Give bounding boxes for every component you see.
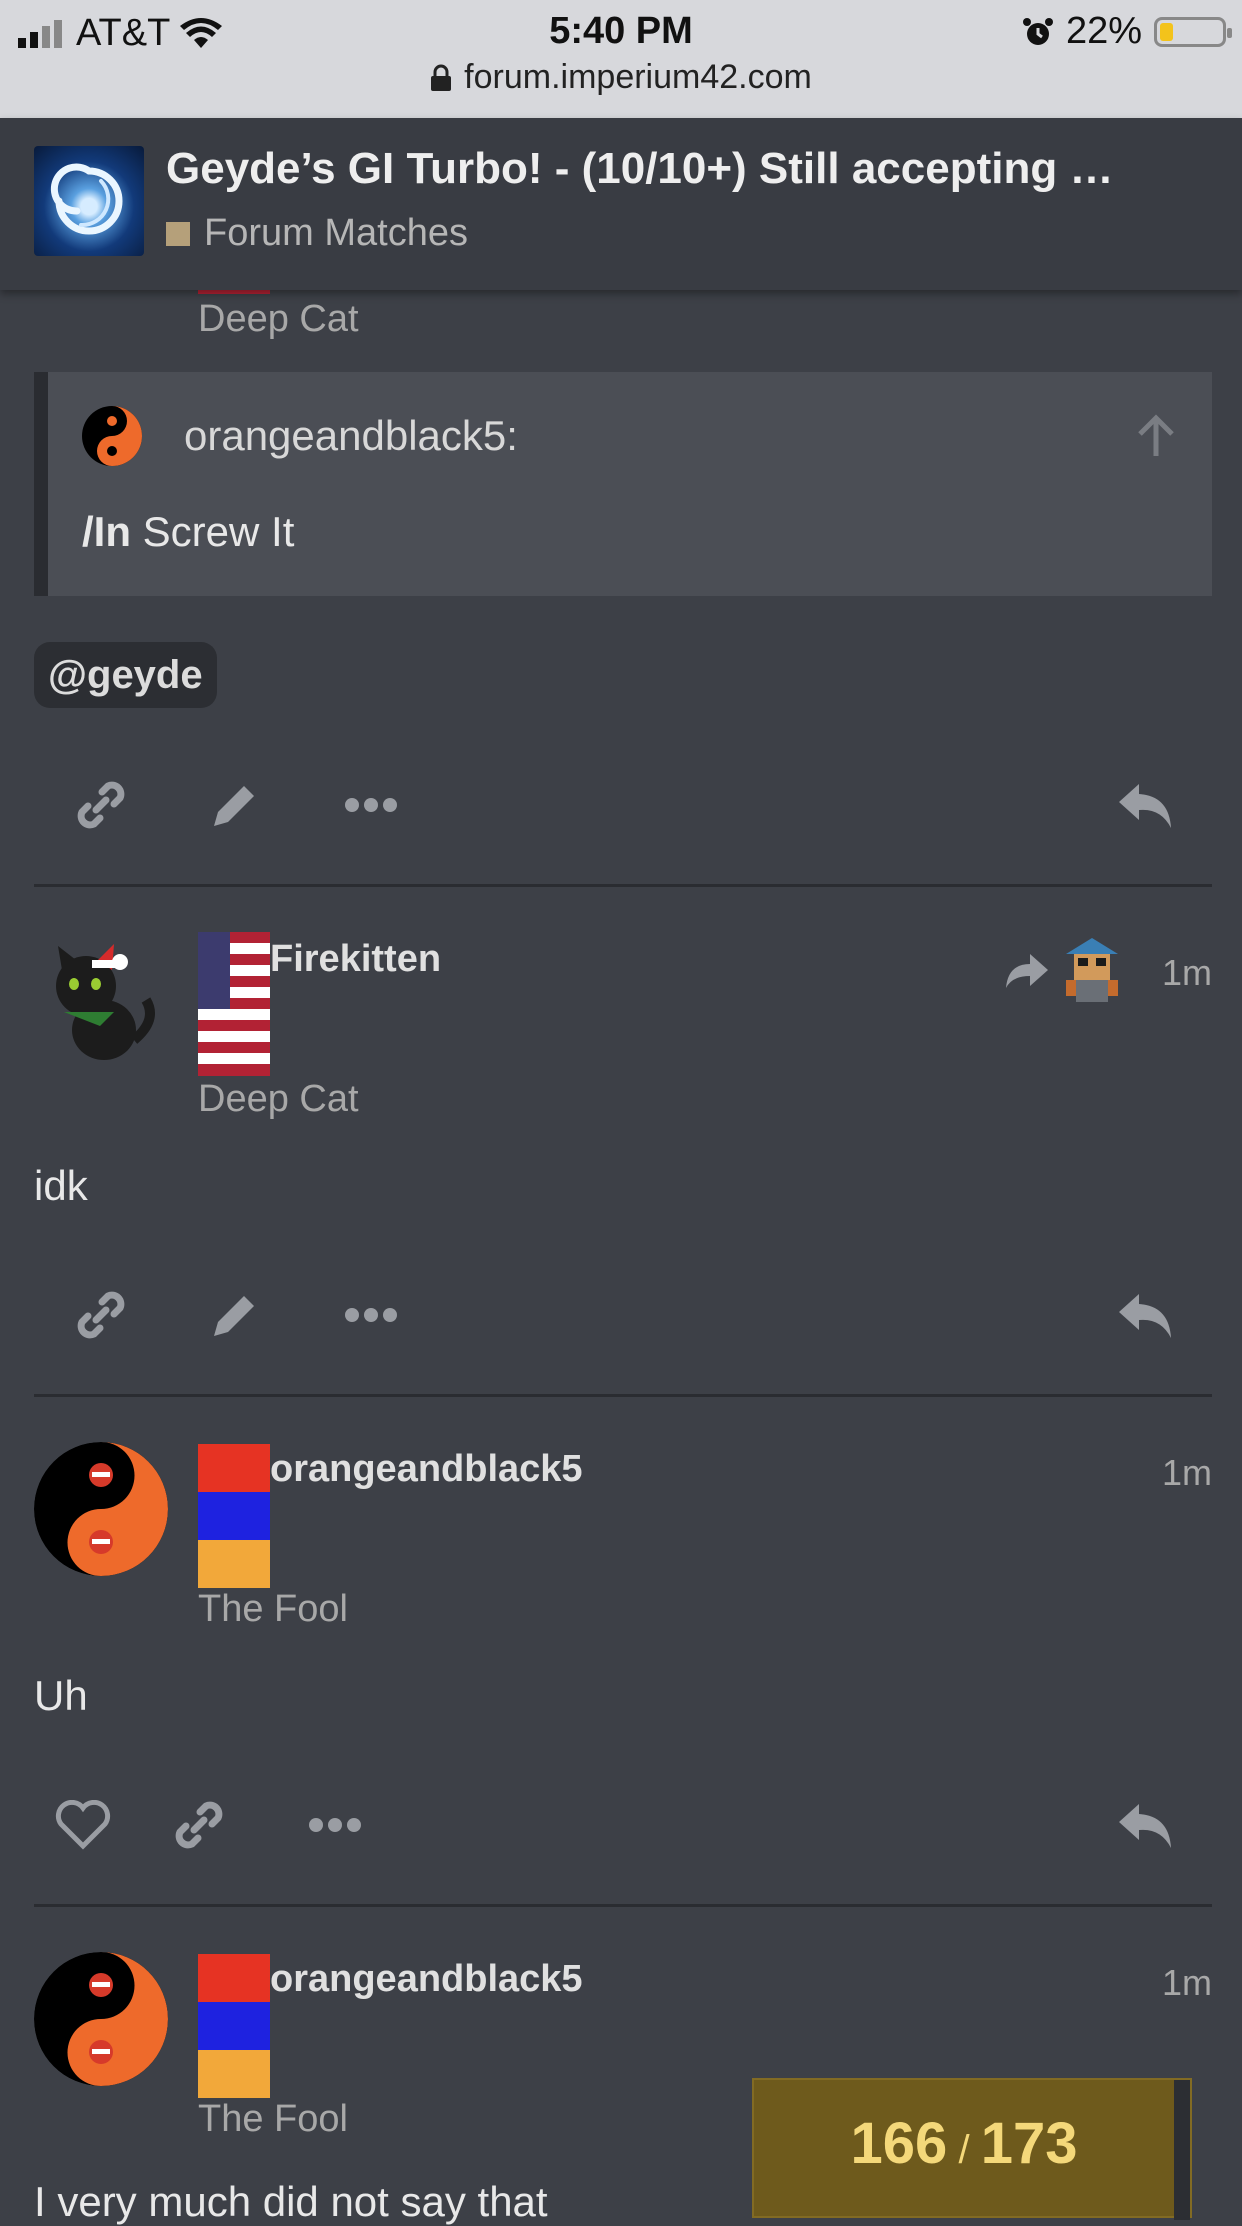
alarm-icon <box>1022 17 1053 45</box>
user-flag-armenia <box>198 1444 270 1588</box>
avatar[interactable] <box>34 930 168 1064</box>
category-link[interactable]: Forum Matches <box>166 212 468 255</box>
url-bar[interactable]: forum.imperium42.com <box>0 58 1242 97</box>
post-time[interactable]: 1m <box>1162 952 1212 994</box>
quote-avatar <box>82 406 142 466</box>
progress-separator: / <box>958 2128 970 2172</box>
pencil-icon[interactable] <box>200 1280 270 1350</box>
quote-text: /In Screw It <box>82 508 294 556</box>
reply-to-arrow-icon[interactable] <box>1004 952 1050 990</box>
post-username[interactable]: orangeandblack5 <box>270 1448 583 1491</box>
url-text: forum.imperium42.com <box>464 58 812 96</box>
lock-icon <box>431 64 452 91</box>
status-bar: AT&T 5:40 PM 22% forum.imperium42.com <box>0 0 1242 118</box>
topic-title[interactable]: Geyde’s GI Turbo! - (10/10+) Still accep… <box>166 144 1216 194</box>
link-icon[interactable] <box>66 1280 136 1350</box>
battery-level <box>1160 22 1173 41</box>
topic-header: Geyde’s GI Turbo! - (10/10+) Still accep… <box>0 118 1242 290</box>
reply-icon[interactable] <box>1110 770 1180 840</box>
user-flag-armenia <box>198 1954 270 2098</box>
quote-block: orangeandblack5: /In Screw It <box>34 372 1212 596</box>
post-user-title: The Fool <box>198 2098 348 2140</box>
post-divider <box>34 884 1212 887</box>
post-body: I very much did not say that <box>34 2178 548 2225</box>
progress-track <box>1174 2080 1190 2220</box>
battery-icon <box>1154 16 1232 47</box>
post-user-title: The Fool <box>198 1588 348 1630</box>
progress-counter: 166 / 173 <box>754 2110 1174 2177</box>
more-icon[interactable] <box>336 770 406 840</box>
prev-post-user-title: Deep Cat <box>198 298 359 340</box>
avatar[interactable] <box>34 1952 168 2086</box>
post-divider <box>34 1394 1212 1397</box>
post-divider <box>34 1904 1212 1907</box>
battery-percent: 22% <box>1065 10 1142 52</box>
heart-icon[interactable] <box>48 1790 118 1860</box>
post-user-title: Deep Cat <box>198 1078 359 1120</box>
post-body: idk <box>34 1162 88 1209</box>
more-icon[interactable] <box>300 1790 370 1860</box>
site-logo[interactable] <box>34 146 144 256</box>
arrow-up-icon[interactable] <box>1136 414 1176 458</box>
swirl-logo-icon <box>50 163 123 235</box>
more-icon[interactable] <box>336 1280 406 1350</box>
status-right: 22% <box>1022 10 1232 53</box>
category-name: Forum Matches <box>204 212 468 254</box>
timeline-progress[interactable]: 166 / 173 <box>752 2078 1192 2220</box>
post-body: Uh <box>34 1672 88 1719</box>
progress-current: 166 <box>850 2111 948 2176</box>
reply-icon[interactable] <box>1110 1280 1180 1350</box>
reply-to-avatar[interactable] <box>1060 936 1124 1006</box>
category-swatch <box>166 221 190 246</box>
post-time[interactable]: 1m <box>1162 1452 1212 1494</box>
mention-link[interactable]: @geyde <box>34 642 217 708</box>
progress-total: 173 <box>980 2111 1078 2176</box>
user-flag-usa <box>198 932 270 1076</box>
pencil-icon[interactable] <box>200 770 270 840</box>
quote-username: orangeandblack5: <box>184 412 518 459</box>
post-username[interactable]: Firekitten <box>270 938 441 981</box>
link-icon[interactable] <box>164 1790 234 1860</box>
reply-icon[interactable] <box>1110 1790 1180 1860</box>
post-username[interactable]: orangeandblack5 <box>270 1958 583 2001</box>
link-icon[interactable] <box>66 770 136 840</box>
post-time[interactable]: 1m <box>1162 1962 1212 2004</box>
avatar[interactable] <box>34 1442 168 1576</box>
quote-text-rest: Screw It <box>131 508 295 555</box>
quote-text-bold: /In <box>82 508 131 555</box>
